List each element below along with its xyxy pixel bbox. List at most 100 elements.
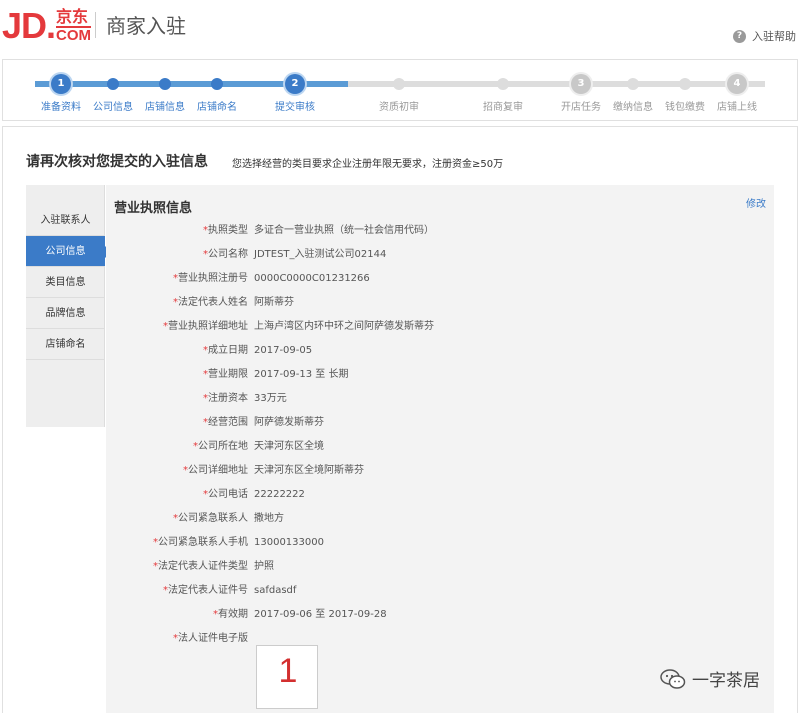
field-row: *法定代表人证件类型 护照 <box>106 559 274 575</box>
field-row: *公司名称 JDTEST_入驻测试公司02144 <box>106 247 386 263</box>
step-label: 资质初审 <box>379 102 419 113</box>
cert-thumbnail-number: 1 <box>278 652 298 690</box>
review-note: 您选择经营的类目要求企业注册年限无要求，注册资金≥50万 <box>232 159 504 170</box>
field-label-text: 法定代表人证件类型 <box>158 561 248 572</box>
review-title: 请再次核对您提交的入驻信息 <box>26 154 208 170</box>
question-circle-icon: ? <box>733 29 746 43</box>
step-label: 店铺上线 <box>717 102 757 113</box>
field-label: *法人证件电子版 <box>108 631 248 647</box>
field-label: *法定代表人姓名 <box>108 295 248 311</box>
field-row: *有效期 2017-09-06 至 2017-09-28 <box>106 607 387 623</box>
field-value: 0000C0000C01231266 <box>254 273 370 284</box>
field-value: 阿斯蒂芬 <box>254 297 294 308</box>
field-label: *法定代表人证件类型 <box>108 559 248 575</box>
progress-track-todo <box>348 81 765 87</box>
field-label-text: 公司所在地 <box>198 441 248 452</box>
field-label: *执照类型 <box>108 223 248 239</box>
field-value: 多证合一营业执照（统一社会信用代码） <box>254 225 434 236</box>
field-row: *法定代表人姓名 阿斯蒂芬 <box>106 295 294 311</box>
field-label: *公司紧急联系人手机 <box>108 535 248 551</box>
field-row: *法定代表人证件号 safdasdf <box>106 583 296 599</box>
cert-thumbnail[interactable]: 1 <box>256 645 318 709</box>
field-row: *经营范围 阿萨德发斯蒂芬 <box>106 415 324 431</box>
field-value: 上海卢湾区内环中环之间阿萨德发斯蒂芬 <box>254 321 434 332</box>
progress-steps: 1 准备资料 公司信息 店铺信息 店铺命名 2 提交审核 资质初审 招商复审 3 开店任务 缴纳信息 钱… <box>2 59 798 121</box>
field-label: *营业执照注册号 <box>108 271 248 287</box>
field-label-text: 公司电话 <box>208 489 248 500</box>
field-label-text: 成立日期 <box>208 345 248 356</box>
field-label-text: 公司详细地址 <box>188 465 248 476</box>
field-row: *公司紧急联系人 撒地方 <box>106 511 284 527</box>
logo-cn-text: 京东 <box>56 7 89 26</box>
step-label: 店铺命名 <box>197 102 237 113</box>
header-divider <box>95 12 96 38</box>
field-row: *营业执照注册号 0000C0000C01231266 <box>106 271 370 287</box>
logo-cn-wrap: 京东 COM <box>56 7 92 44</box>
sidebar-item[interactable]: 公司信息 <box>26 236 111 267</box>
field-row: *公司紧急联系人手机 13000133000 <box>106 535 324 551</box>
logo-jd-text: JD. <box>2 5 56 46</box>
site-header: JD. 京东 COM 商家入驻 ? 入驻帮助 <box>0 0 800 52</box>
step-node <box>393 78 405 90</box>
field-value: 2017-09-06 至 2017-09-28 <box>254 609 387 620</box>
step-label: 缴纳信息 <box>613 102 653 113</box>
field-row: *营业期限 2017-09-13 至 长期 <box>106 367 348 383</box>
step-node: 4 <box>727 74 747 94</box>
step-node <box>497 78 509 90</box>
step-node <box>627 78 639 90</box>
field-label-text: 公司名称 <box>208 249 248 260</box>
field-value: safdasdf <box>254 585 297 596</box>
help-link[interactable]: ? 入驻帮助 <box>733 28 796 44</box>
field-value: JDTEST_入驻测试公司02144 <box>254 249 387 260</box>
field-label-text: 注册资本 <box>208 393 248 404</box>
field-value: 阿萨德发斯蒂芬 <box>254 417 324 428</box>
field-row: *法人证件电子版 <box>106 631 248 647</box>
logo-com-text: COM <box>56 26 92 44</box>
review-panel: 请再次核对您提交的入驻信息 您选择经营的类目要求企业注册年限无要求，注册资金≥5… <box>2 126 798 713</box>
field-value: 2017-09-05 <box>254 345 313 356</box>
watermark-text: 一字茶居 <box>692 671 760 691</box>
license-info-panel: 营业执照信息 修改 1 *执照类型 多证合一营业执照（统一社会信用代码） *公司名称… <box>106 185 774 713</box>
sidebar-item[interactable]: 类目信息 <box>26 267 105 298</box>
sidebar-item[interactable]: 品牌信息 <box>26 298 105 329</box>
field-label: *经营范围 <box>108 415 248 431</box>
field-value: 天津河东区全境阿斯蒂芬 <box>254 465 364 476</box>
step-label: 开店任务 <box>561 102 601 113</box>
step-node: 1 <box>51 74 71 94</box>
field-label-text: 营业期限 <box>208 369 248 380</box>
section-title: 营业执照信息 <box>114 201 193 216</box>
field-label: *法定代表人证件号 <box>108 583 248 599</box>
field-label-text: 营业执照注册号 <box>178 273 248 284</box>
field-value: 天津河东区全境 <box>254 441 324 452</box>
step-label: 准备资料 <box>41 102 81 113</box>
field-row: *成立日期 2017-09-05 <box>106 343 312 359</box>
field-label-text: 法人证件电子版 <box>178 633 248 644</box>
step-label: 钱包缴费 <box>665 102 705 113</box>
step-node <box>159 78 171 90</box>
field-value: 护照 <box>254 561 274 572</box>
field-label-text: 有效期 <box>218 609 248 620</box>
field-label: *营业期限 <box>108 367 248 383</box>
field-label: *公司电话 <box>108 487 248 503</box>
jd-logo[interactable]: JD. 京东 COM <box>2 4 92 46</box>
field-row: *公司详细地址 天津河东区全境阿斯蒂芬 <box>106 463 364 479</box>
field-label: *营业执照详细地址 <box>108 319 248 335</box>
watermark: 一字茶居 <box>660 666 760 691</box>
field-label: *有效期 <box>108 607 248 623</box>
field-label-text: 营业执照详细地址 <box>168 321 248 332</box>
field-label-text: 公司紧急联系人 <box>178 513 248 524</box>
edit-link[interactable]: 修改 <box>746 195 766 210</box>
field-label: *公司紧急联系人 <box>108 511 248 527</box>
sidebar-item[interactable]: 店铺命名 <box>26 329 105 360</box>
field-row: *公司所在地 天津河东区全境 <box>106 439 324 455</box>
wechat-icon <box>660 668 686 689</box>
step-node <box>107 78 119 90</box>
sidebar-item[interactable]: 入驻联系人 <box>26 205 105 236</box>
field-label-text: 经营范围 <box>208 417 248 428</box>
sidebar-nav: 入驻联系人 公司信息 类目信息 品牌信息 店铺命名 <box>26 185 111 427</box>
step-label: 公司信息 <box>93 102 133 113</box>
field-label: *公司名称 <box>108 247 248 263</box>
field-row: *营业执照详细地址 上海卢湾区内环中环之间阿萨德发斯蒂芬 <box>106 319 434 335</box>
step-node: 3 <box>571 74 591 94</box>
field-label: *公司详细地址 <box>108 463 248 479</box>
